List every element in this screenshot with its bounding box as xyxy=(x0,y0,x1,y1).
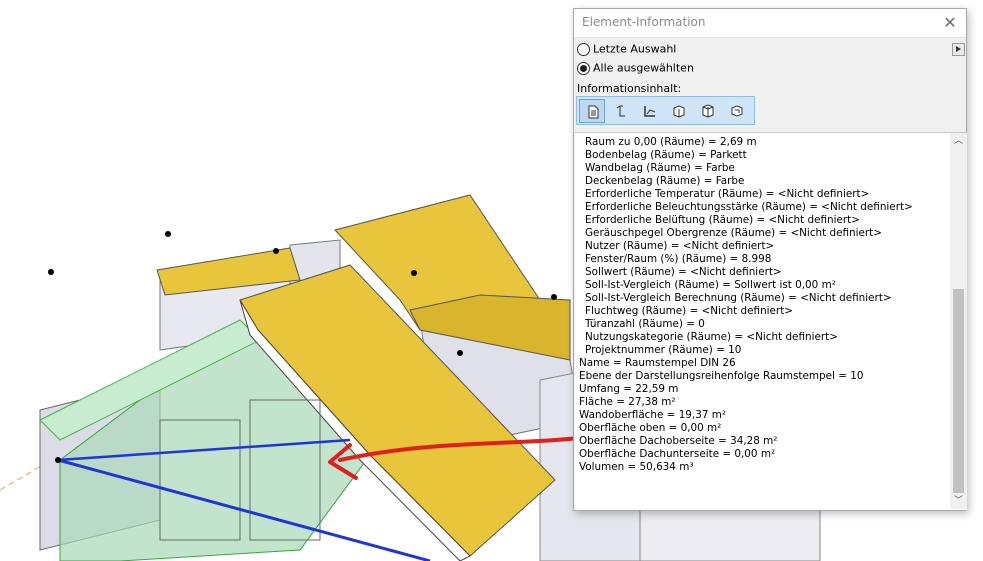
info-line: Oberfläche Dachunterseite = 0,00 m² xyxy=(579,448,776,460)
info-line: Fluchtweg (Räume) = <Nicht definiert> xyxy=(585,305,793,317)
panel-title-bar[interactable]: Element-Information ✕ xyxy=(574,9,966,38)
radio-circle[interactable] xyxy=(577,42,590,56)
scroll-up-icon[interactable]: ︿ xyxy=(953,136,964,147)
section-label: Informationsinhalt: xyxy=(577,82,682,95)
info-line: Umfang = 22,59 m xyxy=(579,383,679,395)
close-icon[interactable]: ✕ xyxy=(940,13,960,33)
point-marker xyxy=(457,350,463,356)
box-icon[interactable] xyxy=(666,99,692,123)
info-lines: Raum zu 0,00 (Räume) = 2,69 m Bodenbelag … xyxy=(579,136,913,474)
element-icon[interactable] xyxy=(608,99,634,123)
info-line: Erforderliche Temperatur (Räume) = <Nich… xyxy=(585,188,870,200)
info-line: Name = Raumstempel DIN 26 xyxy=(579,357,736,369)
info-line: Oberfläche oben = 0,00 m² xyxy=(579,422,722,434)
panel-title: Element-Information xyxy=(582,15,706,29)
info-line: Türanzahl (Räume) = 0 xyxy=(585,318,705,330)
point-marker xyxy=(48,269,54,275)
point-marker xyxy=(273,248,279,254)
info-line: Geräuschpegel Obergrenze (Räume) = <Nich… xyxy=(585,227,882,239)
info-line: Sollwert (Räume) = <Nicht definiert> xyxy=(585,266,782,278)
vertical-scrollbar[interactable]: ︿ ﹀ xyxy=(950,133,967,509)
expand-arrow-icon[interactable] xyxy=(952,43,965,56)
radio-circle[interactable] xyxy=(577,61,590,75)
radio-label: Letzte Auswahl xyxy=(593,42,677,56)
info-line: Oberfläche Dachoberseite = 34,28 m² xyxy=(579,435,778,447)
scroll-down-icon[interactable]: ﹀ xyxy=(953,496,964,507)
info-line: Nutzer (Räume) = <Nicht definiert> xyxy=(585,240,775,252)
stair-icon[interactable] xyxy=(637,99,663,123)
radio-last-selection[interactable]: Letzte Auswahl xyxy=(577,42,676,58)
element-information-panel: Element-Information ✕ Letzte Auswahl All… xyxy=(573,8,967,511)
info-line: Wandoberfläche = 19,37 m² xyxy=(579,409,727,421)
info-content-toolbar xyxy=(576,96,755,125)
point-marker xyxy=(411,270,417,276)
info-line: Nutzungskategorie (Räume) = <Nicht defin… xyxy=(585,331,838,343)
point-marker xyxy=(551,294,557,300)
info-line: Fläche = 27,38 m² xyxy=(579,396,676,408)
info-line: Wandbelag (Räume) = Farbe xyxy=(585,162,735,174)
box-back-icon[interactable] xyxy=(695,99,721,123)
info-line: Volumen = 50,634 m³ xyxy=(579,461,694,473)
info-content-list[interactable]: Raum zu 0,00 (Räume) = 2,69 m Bodenbelag … xyxy=(575,132,967,510)
info-line: Soll-Ist-Vergleich Berechnung (Räume) = … xyxy=(585,292,892,304)
info-line: Soll-Ist-Vergleich (Räume) = Sollwert is… xyxy=(585,279,836,291)
point-marker xyxy=(165,231,171,237)
radio-label: Alle ausgewählten xyxy=(593,61,694,75)
info-line: Bodenbelag (Räume) = Parkett xyxy=(585,149,747,161)
info-line: Ebene der Darstellungsreihenfolge Raumst… xyxy=(579,370,864,382)
info-line: Erforderliche Beleuchtungsstärke (Räume)… xyxy=(585,201,913,213)
info-line: Fenster/Raum (%) (Räume) = 8.998 xyxy=(585,253,772,265)
radio-all-selected[interactable]: Alle ausgewählten xyxy=(577,61,694,77)
box-rotate-icon[interactable] xyxy=(724,99,750,123)
point-marker xyxy=(55,457,61,463)
document-icon[interactable] xyxy=(579,99,605,123)
scroll-thumb[interactable] xyxy=(953,289,964,493)
info-line: Projektnummer (Räume) = 10 xyxy=(585,344,742,356)
info-line: Deckenbelag (Räume) = Farbe xyxy=(585,175,745,187)
info-line: Raum zu 0,00 (Räume) = 2,69 m xyxy=(585,136,757,148)
info-line: Erforderliche Belüftung (Räume) = <Nicht… xyxy=(585,214,860,226)
